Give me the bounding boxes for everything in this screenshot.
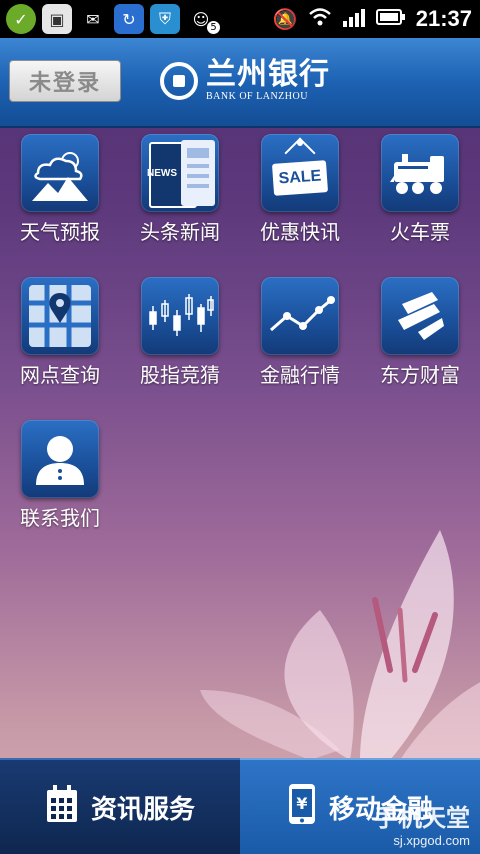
tile-index-guess[interactable]: 股指竞猜 (125, 273, 235, 403)
tile-train[interactable]: 火车票 (365, 130, 475, 260)
shield-icon: ⛨ (150, 4, 180, 34)
watermark-url: sj.xpgod.com (393, 833, 470, 848)
weather-icon (21, 134, 99, 212)
calendar-icon (45, 784, 79, 831)
tile-label: 股指竞猜 (140, 363, 220, 387)
tab-label: 资讯服务 (90, 794, 195, 825)
tile-label: 网点查询 (20, 363, 100, 387)
lily-decoration (200, 530, 480, 760)
tile-label: 联系我们 (20, 506, 100, 530)
sale-sign-text: SALE (271, 160, 329, 196)
tile-sale[interactable]: SALE 优惠快讯 (245, 130, 355, 260)
candlestick-icon (141, 277, 219, 355)
wifi-icon (308, 7, 332, 32)
tile-label: 优惠快讯 (260, 220, 340, 244)
tile-label: 金融行情 (260, 363, 340, 387)
watermark-title: 手机天堂 (374, 805, 470, 832)
tile-contact[interactable]: 联系我们 (5, 416, 115, 546)
svg-text:¥: ¥ (296, 794, 307, 813)
tile-market[interactable]: 金融行情 (245, 273, 355, 403)
tile-label: 东方财富 (380, 363, 460, 387)
store-notification-icon: ▣ (42, 4, 72, 34)
eastmoney-icon (381, 277, 459, 355)
map-pin-icon (21, 277, 99, 355)
watermark: 手机天堂 sj.xpgod.com (374, 798, 470, 848)
battery-icon (375, 8, 406, 30)
sale-icon: SALE (261, 134, 339, 212)
news-icon: NEWS (141, 134, 219, 212)
line-chart-icon (261, 277, 339, 355)
tile-weather[interactable]: 天气预报 (5, 130, 115, 260)
signal-icon (342, 7, 366, 31)
tab-info-services[interactable]: 资讯服务 (0, 758, 240, 854)
app-notification-icon: ✓ (6, 4, 36, 34)
status-bar: ✓ ▣ ✉ ↻ ⛨ ☺ 5 🔕 21:37 (0, 0, 480, 38)
bank-logo-icon (160, 62, 198, 100)
chat-icon: ☺ 5 (186, 4, 220, 34)
mail-icon: ✉ (86, 9, 100, 29)
login-button[interactable]: 未登录 (9, 60, 121, 102)
mute-icon: 🔕 (272, 7, 298, 31)
tile-branch-search[interactable]: 网点查询 (5, 273, 115, 403)
notification-count: 5 (207, 21, 220, 34)
app-header: 未登录 兰州银行 BANK OF LANZHOU (0, 38, 480, 128)
brand-name-cn: 兰州银行 (206, 57, 330, 92)
tile-label: 天气预报 (20, 220, 100, 244)
news-icon-text: NEWS (147, 168, 177, 179)
brand-name-en: BANK OF LANZHOU (206, 91, 308, 102)
train-icon (381, 134, 459, 212)
clock: 21:37 (415, 6, 472, 31)
tile-eastmoney[interactable]: 东方财富 (365, 273, 475, 403)
mobile-yen-icon: ¥ (287, 782, 317, 833)
tile-news[interactable]: NEWS 头条新闻 (125, 130, 235, 260)
tile-label: 火车票 (390, 220, 450, 244)
contact-icon (21, 420, 99, 498)
tile-label: 头条新闻 (140, 220, 220, 244)
sync-icon: ↻ (114, 4, 144, 34)
bank-logo: 兰州银行 BANK OF LANZHOU (160, 60, 330, 102)
